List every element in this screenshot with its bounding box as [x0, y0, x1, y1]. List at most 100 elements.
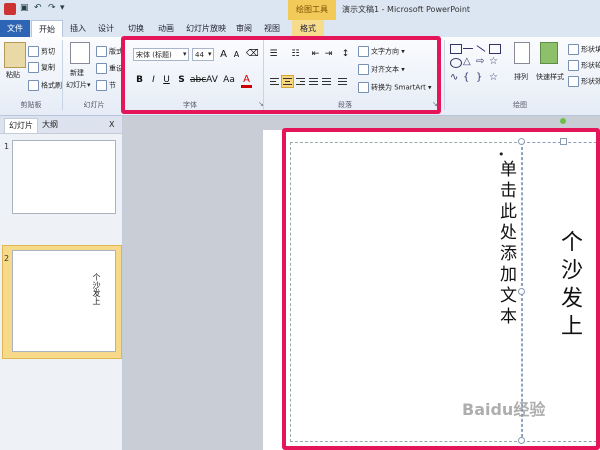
- star-shape-icon[interactable]: ☆: [489, 56, 498, 67]
- format-painter-button[interactable]: 格式刷: [28, 80, 62, 91]
- paste-button[interactable]: 粘贴: [6, 70, 20, 80]
- resize-handle[interactable]: [560, 138, 567, 145]
- shadow-button[interactable]: S: [176, 75, 187, 86]
- tab-home[interactable]: 开始: [31, 20, 63, 37]
- clear-format-icon[interactable]: ⌫: [246, 49, 259, 60]
- quick-styles-button[interactable]: 快速样式: [536, 72, 564, 82]
- tab-slideshow[interactable]: 幻灯片放映: [184, 20, 228, 37]
- pen-icon: [568, 60, 579, 71]
- placeholder-text: 单击此处添加文本: [496, 160, 516, 328]
- font-size-dropdown-icon[interactable]: ▾: [208, 48, 212, 61]
- slide-thumbnail-2[interactable]: 个沙发上: [12, 250, 116, 352]
- bullets-icon[interactable]: ☰: [268, 49, 279, 60]
- reset-icon: [96, 63, 107, 74]
- cut-button[interactable]: 剪切: [28, 46, 55, 57]
- triangle-shape-icon[interactable]: △: [463, 56, 471, 67]
- paragraph-dialog-launcher-icon[interactable]: ↘: [432, 100, 438, 108]
- underline-button[interactable]: U: [161, 75, 172, 86]
- slide-thumbnail-1[interactable]: [12, 140, 116, 214]
- font-name-select[interactable]: 宋体 (标题): [133, 48, 189, 61]
- resize-handle[interactable]: [518, 437, 525, 444]
- copy-button[interactable]: 复制: [28, 62, 55, 73]
- app-logo-icon: [4, 3, 16, 15]
- tab-design[interactable]: 设计: [94, 20, 118, 37]
- clipboard-group-label: 剪贴板: [20, 101, 42, 109]
- paste-icon[interactable]: [4, 42, 26, 68]
- fill-bucket-icon: [568, 44, 579, 55]
- layout-icon: [96, 46, 107, 57]
- brace-right-shape-icon[interactable]: }: [476, 72, 482, 83]
- watermark: Baidu经验: [462, 400, 546, 419]
- tab-transitions[interactable]: 切换: [124, 20, 148, 37]
- curve-shape-icon[interactable]: ∿: [450, 72, 458, 83]
- bold-button[interactable]: B: [134, 75, 145, 86]
- section-button[interactable]: 节: [96, 80, 116, 91]
- change-case-button[interactable]: Aa: [222, 75, 236, 86]
- shape-fill-button[interactable]: 形状填: [568, 44, 600, 55]
- tab-outline[interactable]: 大纲: [42, 118, 58, 132]
- oval-shape-icon[interactable]: [450, 58, 462, 68]
- shrink-font-button[interactable]: A: [231, 49, 242, 60]
- callout-shape-icon[interactable]: ☆: [489, 72, 498, 83]
- line-shape-icon[interactable]: [463, 48, 473, 49]
- columns-icon[interactable]: [336, 75, 349, 88]
- slide-number: 2: [4, 254, 10, 263]
- tab-format[interactable]: 格式: [292, 20, 324, 37]
- effects-icon: [568, 76, 579, 87]
- justify-icon[interactable]: [307, 75, 320, 88]
- text-direction-button[interactable]: 文字方向 ▾: [358, 46, 405, 57]
- strikethrough-icon[interactable]: abc: [190, 75, 206, 86]
- slide-thumbnail-text: 个沙发上: [92, 273, 101, 305]
- arrange-icon[interactable]: [514, 42, 530, 64]
- increase-indent-icon[interactable]: ⇥: [323, 49, 334, 60]
- align-center-icon[interactable]: [281, 75, 294, 88]
- arrange-button[interactable]: 排列: [514, 72, 528, 82]
- new-slide-icon[interactable]: [70, 42, 90, 64]
- brace-shape-icon[interactable]: {: [463, 72, 469, 83]
- new-slide-button[interactable]: 新建: [70, 68, 84, 78]
- shape-outline-button[interactable]: 形状轮: [568, 60, 600, 71]
- window-title: 演示文稿1 - Microsoft PowerPoint: [342, 5, 471, 14]
- reset-button[interactable]: 重设: [96, 63, 123, 74]
- title-text: 个沙发上: [557, 230, 582, 342]
- numbering-icon[interactable]: ☷: [290, 49, 301, 60]
- grow-font-button[interactable]: A: [218, 49, 229, 60]
- shapes-gallery[interactable]: △ ⇨ ☆ ∿ { } ☆: [450, 42, 508, 92]
- char-spacing-button[interactable]: AV: [204, 75, 220, 86]
- panel-close-button[interactable]: X: [109, 118, 114, 132]
- arrow-shape-icon[interactable]: ⇨: [476, 56, 484, 67]
- smartart-icon: [358, 82, 369, 93]
- line-spacing-icon[interactable]: ↕: [340, 49, 351, 60]
- italic-button[interactable]: I: [148, 75, 159, 86]
- align-text-button[interactable]: 对齐文本 ▾: [358, 64, 405, 75]
- tab-slides[interactable]: 幻灯片: [4, 118, 38, 133]
- resize-handle[interactable]: [518, 288, 525, 295]
- font-name-dropdown-icon[interactable]: ▾: [183, 48, 191, 61]
- tab-file[interactable]: 文件: [0, 20, 30, 37]
- diagonal-line-icon[interactable]: [476, 45, 486, 52]
- quick-styles-icon[interactable]: [540, 42, 558, 64]
- contextual-tools-label: 绘图工具: [288, 0, 336, 20]
- tab-animations[interactable]: 动画: [154, 20, 178, 37]
- resize-handle[interactable]: [518, 138, 525, 145]
- align-left-icon[interactable]: [268, 75, 281, 88]
- undo-icon[interactable]: ↶: [34, 3, 48, 15]
- tab-review[interactable]: 审阅: [232, 20, 256, 37]
- layout-button[interactable]: 版式: [96, 46, 123, 57]
- rotate-handle-icon[interactable]: [560, 118, 566, 124]
- align-right-icon[interactable]: [294, 75, 307, 88]
- square-shape-icon[interactable]: [489, 44, 501, 54]
- convert-smartart-button[interactable]: 转换为 SmartArt ▾: [358, 82, 432, 93]
- tab-view[interactable]: 视图: [260, 20, 284, 37]
- decrease-indent-icon[interactable]: ⇤: [310, 49, 321, 60]
- font-color-button[interactable]: A: [241, 75, 252, 88]
- separator: [263, 40, 264, 110]
- qat-dropdown-icon[interactable]: ▾: [60, 3, 74, 15]
- new-slide-dropdown[interactable]: 幻灯片▾: [66, 80, 91, 90]
- distributed-icon[interactable]: [320, 75, 333, 88]
- drawing-group-label: 绘图: [513, 101, 527, 109]
- tab-insert[interactable]: 插入: [66, 20, 90, 37]
- shape-effects-button[interactable]: 形状效: [568, 76, 600, 87]
- save-icon[interactable]: ▣: [20, 3, 34, 15]
- rectangle-shape-icon[interactable]: [450, 44, 462, 54]
